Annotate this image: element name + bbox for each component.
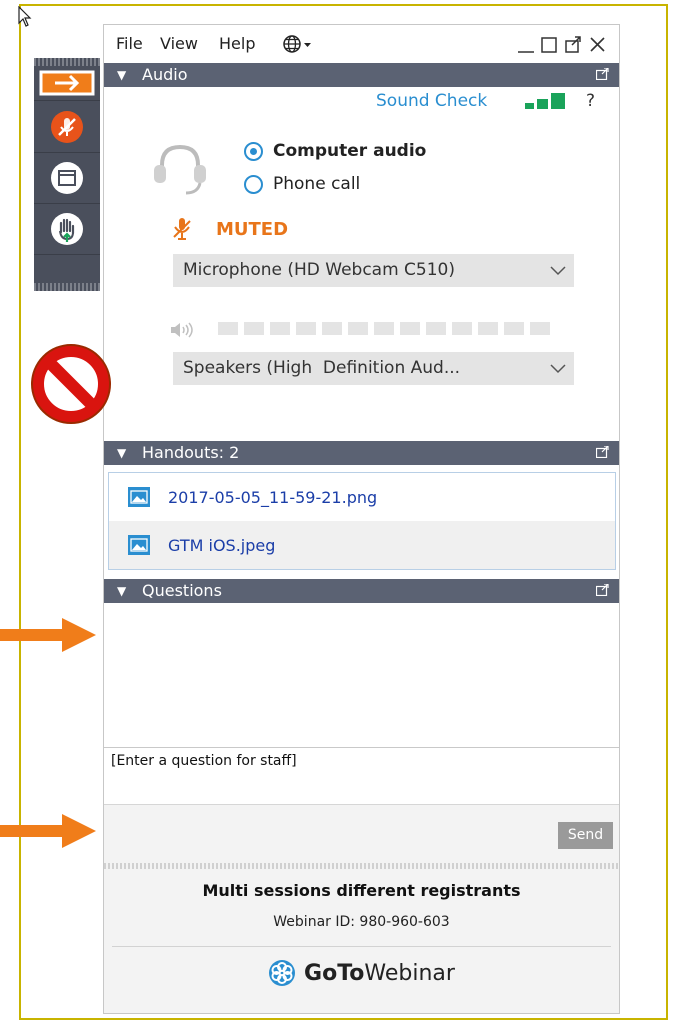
session-footer: Multi sessions different registrants Web… xyxy=(104,869,619,1013)
speaker-level-meter xyxy=(218,322,550,335)
audio-section-header[interactable]: ▼ Audio xyxy=(104,63,619,87)
send-button[interactable]: Send xyxy=(558,822,613,849)
level-segment xyxy=(452,322,472,335)
brand-goto: GoTo xyxy=(304,960,365,986)
popout-icon[interactable] xyxy=(596,68,609,80)
level-segment xyxy=(426,322,446,335)
level-segment xyxy=(478,322,498,335)
questions-section-title: Questions xyxy=(142,581,222,600)
muted-label: MUTED xyxy=(216,218,289,240)
muted-status: MUTED xyxy=(172,217,288,241)
microphone-select[interactable]: Microphone (HD Webcam C510) xyxy=(173,254,574,287)
orange-arrow-icon xyxy=(0,618,96,652)
toolbar-raise-hand-button[interactable] xyxy=(34,204,100,255)
menu-help[interactable]: Help xyxy=(219,34,255,53)
headset-icon xyxy=(154,144,206,195)
handout-item[interactable]: GTM iOS.jpeg xyxy=(109,521,615,569)
webinar-id: Webinar ID: 980-960-603 xyxy=(273,914,450,930)
gotowebinar-logo: GoToWebinar xyxy=(104,959,619,987)
collapse-triangle-icon: ▼ xyxy=(117,584,127,598)
level-segment xyxy=(218,322,238,335)
session-title: Multi sessions different registrants xyxy=(202,881,521,900)
left-toolbar xyxy=(34,58,100,291)
computer-audio-option[interactable]: Computer audio xyxy=(244,141,426,161)
window-icon xyxy=(51,162,83,194)
window-controls xyxy=(518,36,605,53)
image-file-icon xyxy=(128,535,150,555)
arrow-right-icon xyxy=(39,70,95,96)
globe-language-icon[interactable] xyxy=(282,34,316,54)
questions-section-header[interactable]: ▼ Questions xyxy=(104,579,619,603)
gotowebinar-flower-icon xyxy=(269,960,296,986)
send-area: Send xyxy=(104,805,619,863)
close-icon xyxy=(590,37,605,52)
menu-file[interactable]: File xyxy=(116,34,143,53)
level-segment xyxy=(244,322,264,335)
phone-call-option[interactable]: Phone call xyxy=(244,174,360,194)
toolbar-collapse-button[interactable] xyxy=(34,66,100,101)
level-segment xyxy=(400,322,420,335)
phone-call-radio[interactable] xyxy=(244,174,263,194)
raise-hand-icon xyxy=(51,213,83,245)
menu-bar: File View Help xyxy=(104,25,619,63)
handouts-section-title: Handouts: 2 xyxy=(142,443,240,462)
image-file-icon xyxy=(128,487,150,507)
speakers-select-value: Speakers (High Definition Aud... xyxy=(183,358,461,378)
speakers-select[interactable]: Speakers (High Definition Aud... xyxy=(173,352,574,385)
questions-log[interactable] xyxy=(104,605,619,747)
phone-call-label: Phone call xyxy=(273,174,361,194)
collapse-triangle-icon: ▼ xyxy=(117,68,127,82)
level-segment xyxy=(322,322,342,335)
collapse-triangle-icon: ▼ xyxy=(117,446,127,460)
handout-item[interactable]: 2017-05-05_11-59-21.png xyxy=(109,473,615,521)
level-segment xyxy=(296,322,316,335)
handout-file-name[interactable]: GTM iOS.jpeg xyxy=(168,536,275,555)
level-segment xyxy=(270,322,290,335)
menu-view[interactable]: View xyxy=(160,34,198,53)
control-panel: File View Help ▼ Audio Sound Check ? Com… xyxy=(103,24,620,1014)
chevron-down-icon xyxy=(550,364,566,374)
signal-meter-icon xyxy=(525,93,565,109)
mute-microphone-icon xyxy=(51,111,83,143)
footer-divider xyxy=(112,946,611,947)
toolbar-grip-bottom[interactable] xyxy=(34,283,100,291)
orange-arrow-icon xyxy=(0,814,96,848)
popout-icon[interactable] xyxy=(596,584,609,596)
level-segment xyxy=(504,322,524,335)
toolbar-mute-button[interactable] xyxy=(34,102,100,153)
handouts-list: 2017-05-05_11-59-21.png GTM iOS.jpeg xyxy=(108,472,616,570)
level-segment xyxy=(348,322,368,335)
sound-check-link[interactable]: Sound Check xyxy=(376,91,487,111)
question-input[interactable]: [Enter a question for staff] xyxy=(104,747,619,805)
mouse-cursor-icon xyxy=(18,6,32,27)
muted-microphone-icon[interactable] xyxy=(172,217,192,241)
microphone-select-value: Microphone (HD Webcam C510) xyxy=(183,260,456,280)
audio-help-button[interactable]: ? xyxy=(586,91,595,111)
toolbar-grip-top[interactable] xyxy=(34,58,100,66)
audio-section-title: Audio xyxy=(142,65,188,84)
no-sign-icon xyxy=(31,344,111,424)
question-input-placeholder: [Enter a question for staff] xyxy=(111,753,297,769)
level-segment xyxy=(530,322,550,335)
computer-audio-label: Computer audio xyxy=(273,141,427,161)
maximize-icon xyxy=(541,37,557,53)
popout-icon[interactable] xyxy=(596,446,609,458)
handouts-section-header[interactable]: ▼ Handouts: 2 xyxy=(104,441,619,465)
chevron-down-icon xyxy=(550,266,566,276)
brand-webinar: Webinar xyxy=(364,960,455,986)
handout-file-name[interactable]: 2017-05-05_11-59-21.png xyxy=(168,488,377,507)
popout-icon xyxy=(565,40,579,53)
speaker-volume-icon xyxy=(171,322,193,338)
level-segment xyxy=(374,322,394,335)
computer-audio-radio[interactable] xyxy=(244,141,263,161)
toolbar-window-button[interactable] xyxy=(34,153,100,204)
